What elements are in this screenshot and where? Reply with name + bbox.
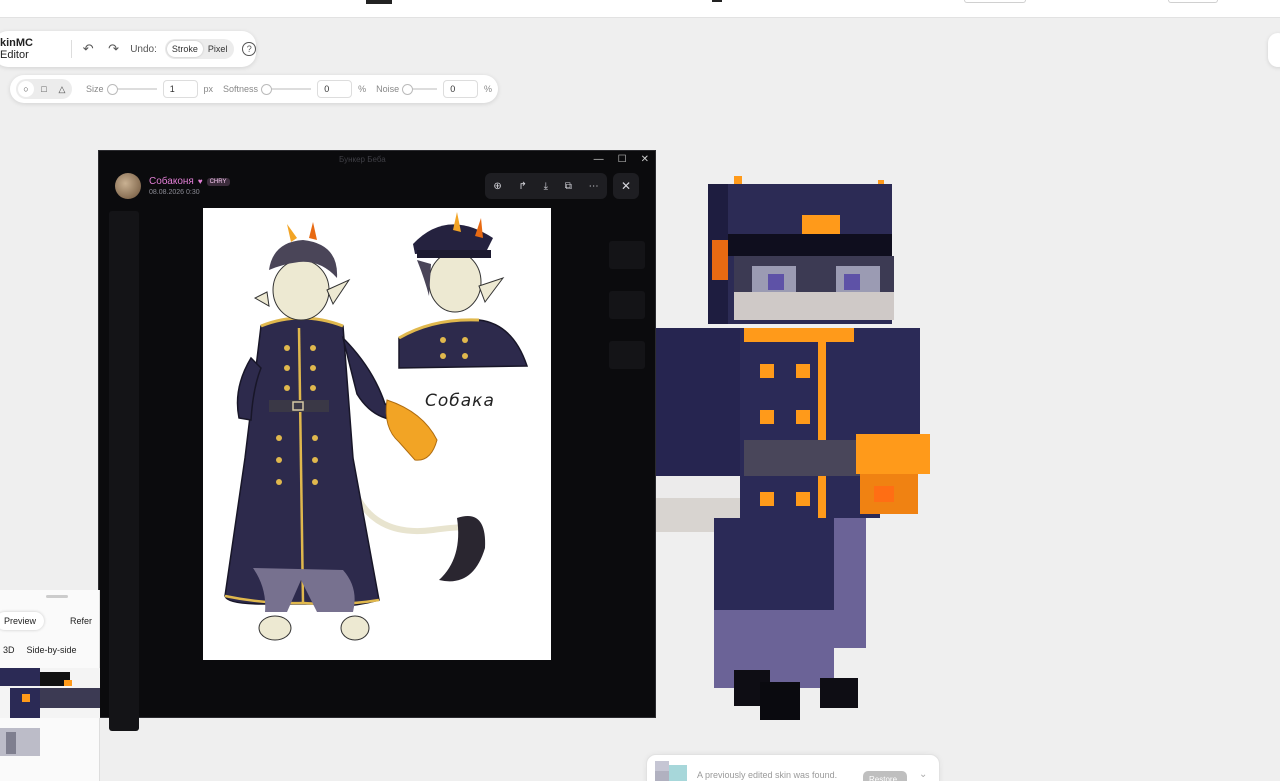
mode-3d[interactable]: 3D	[0, 645, 18, 655]
triangle-shape-icon[interactable]: △	[54, 81, 70, 97]
brand-word: Editor	[0, 49, 29, 61]
noise-slider[interactable]	[402, 84, 438, 95]
softness-slider[interactable]	[261, 84, 312, 95]
mode-side-by-side[interactable]: Side-by-side	[24, 645, 80, 655]
noise-input[interactable]: 0	[443, 80, 478, 98]
avatar[interactable]	[115, 173, 141, 199]
window-titlebar: Бункер Беба — ☐ ✕	[99, 151, 655, 171]
artwork-drawing	[224, 212, 529, 641]
top-button[interactable]	[964, 0, 1026, 3]
hat-brim	[728, 234, 892, 256]
author-name[interactable]: Собаконя	[149, 176, 194, 187]
drag-handle[interactable]	[46, 595, 68, 598]
image-viewer-window: Бункер Беба — ☐ ✕ Собаконя ♥ CHRY 08.08.…	[98, 150, 656, 731]
help-icon[interactable]: ?	[242, 42, 256, 56]
tab-preview[interactable]: Preview	[0, 612, 45, 630]
square-shape-icon[interactable]: □	[36, 81, 52, 97]
post-date: 08.08.2026 0:30	[149, 189, 200, 196]
brush-shape-toggle: ○ □ △	[16, 79, 72, 99]
window-close-icon[interactable]: ✕	[641, 154, 649, 165]
undo-icon[interactable]: ↶	[79, 40, 96, 58]
ghost-thumb	[609, 241, 645, 269]
editor-toolbar: kinMC Editor ↶ ↷ Undo: Stroke Pixel ?	[0, 31, 256, 67]
window-controls: — ☐ ✕	[594, 154, 649, 165]
circle-shape-icon[interactable]: ○	[18, 81, 34, 97]
noise-unit: %	[483, 84, 492, 94]
heart-icon: ♥	[197, 177, 203, 186]
right-arm	[878, 328, 920, 434]
menu-marker	[712, 0, 722, 2]
minimize-icon[interactable]: —	[594, 154, 604, 165]
ghost-thumb	[609, 341, 645, 369]
softness-input[interactable]: 0	[317, 80, 353, 98]
preview-tabs: Preview Refer	[0, 612, 100, 630]
brand-name: kinMC	[0, 37, 33, 49]
size-input[interactable]: 1	[162, 80, 198, 98]
tab-reference[interactable]: Refer	[62, 612, 100, 630]
divider	[70, 40, 72, 58]
brush-settings: ○ □ △ Size 1 px Softness 0 % Noise 0 %	[10, 75, 498, 103]
preview-panel: Preview Refer 3D Side-by-side	[0, 590, 100, 781]
restore-button[interactable]: Restore	[863, 771, 907, 781]
maximize-icon[interactable]: ☐	[618, 154, 627, 165]
close-icon[interactable]: ✕	[613, 173, 639, 199]
top-bar	[0, 0, 1280, 18]
app-brand: kinMC Editor	[0, 37, 63, 61]
share-icon[interactable]: ↱	[518, 181, 526, 192]
media-toolbar: ⊕ ↱ ⤓ ⧉ ⋯	[485, 173, 607, 199]
skin-texture-thumbnail[interactable]	[0, 668, 100, 758]
undo-mode-stroke[interactable]: Stroke	[166, 41, 203, 57]
character-artwork: Собака	[203, 208, 551, 660]
undo-mode-pixel[interactable]: Pixel	[203, 41, 233, 57]
artwork-caption: Собака	[425, 391, 495, 411]
redo-icon[interactable]: ↷	[105, 40, 122, 58]
top-button[interactable]	[1168, 0, 1218, 3]
open-external-icon[interactable]: ⧉	[565, 181, 572, 192]
size-label: Size	[86, 84, 104, 94]
view-modes: 3D Side-by-side	[0, 645, 80, 655]
restore-message: A previously edited skin was found.	[697, 770, 838, 780]
skin-icon	[655, 761, 687, 781]
restore-notice: A previously edited skin was found. Rest…	[646, 754, 940, 781]
window-title: Бункер Беба	[339, 155, 386, 164]
skin-3d-model[interactable]	[650, 170, 940, 730]
size-slider[interactable]	[106, 84, 157, 95]
softness-label: Softness	[223, 84, 259, 94]
zoom-icon[interactable]: ⊕	[493, 181, 501, 192]
author-badge: CHRY	[206, 177, 230, 186]
chevron-down-icon[interactable]: ⌄	[919, 769, 927, 780]
download-icon[interactable]: ⤓	[544, 181, 548, 192]
post-author: Собаконя ♥ CHRY 08.08.2026 0:30	[115, 173, 230, 199]
noise-label: Noise	[376, 84, 400, 94]
logo-mark	[366, 0, 392, 4]
server-list-ghost	[109, 211, 139, 731]
ghost-thumb	[609, 291, 645, 319]
undo-mode-toggle: Stroke Pixel	[164, 39, 235, 59]
softness-unit: %	[358, 84, 367, 94]
side-panel-toggle[interactable]	[1268, 33, 1280, 67]
size-unit: px	[203, 84, 214, 94]
more-icon[interactable]: ⋯	[589, 181, 599, 192]
undo-mode-label: Undo:	[130, 43, 157, 55]
hat-badge	[802, 215, 840, 235]
